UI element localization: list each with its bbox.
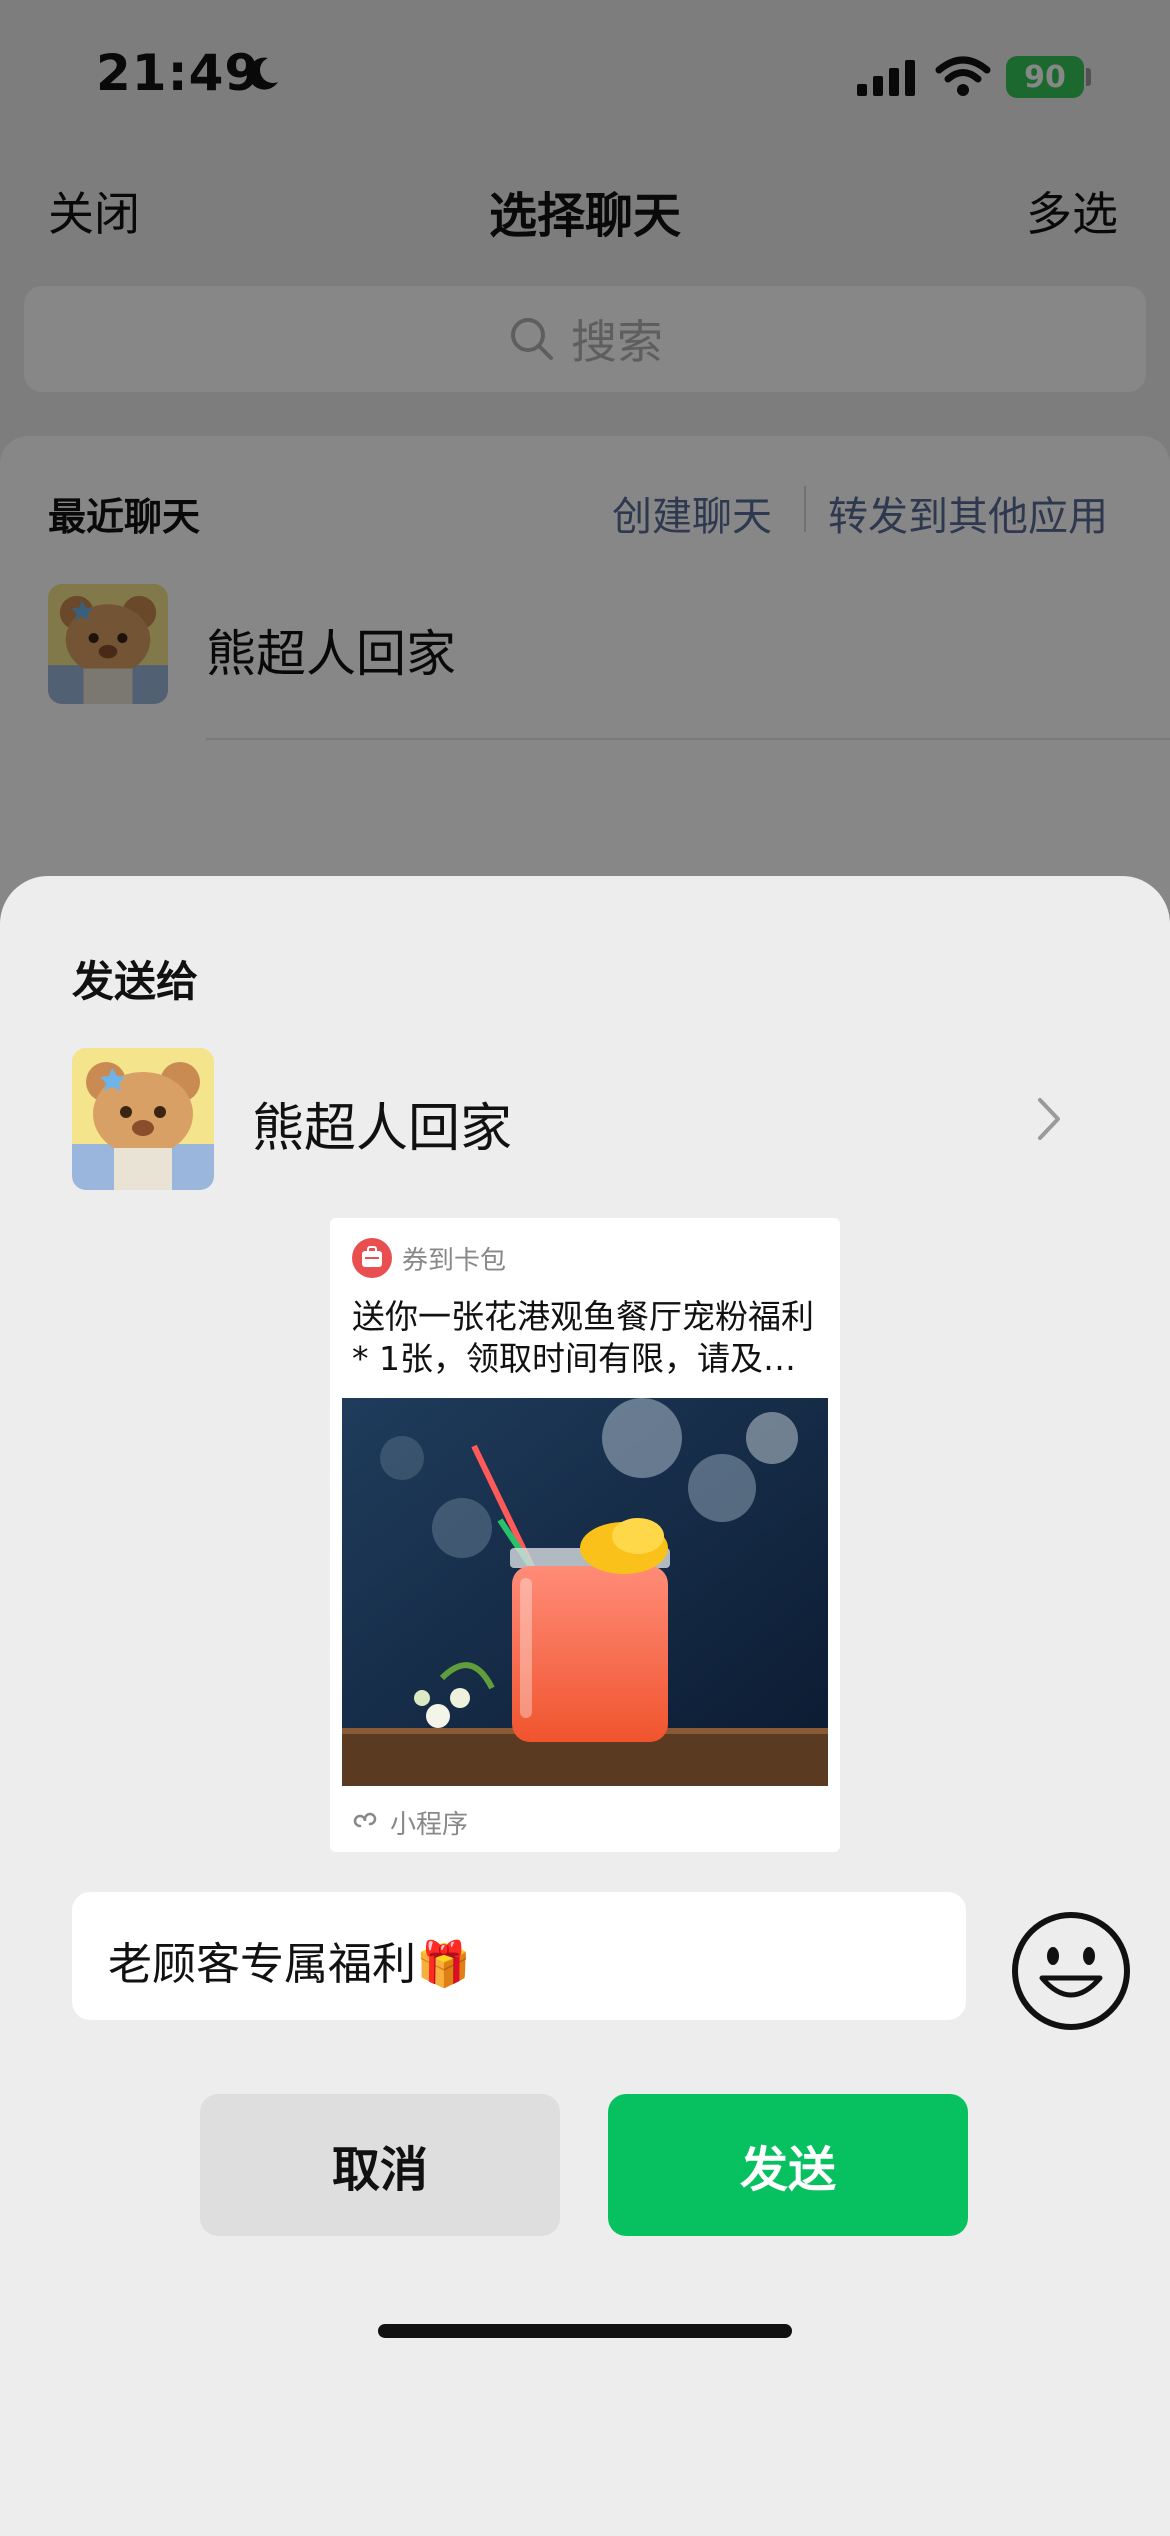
card-cover-image bbox=[342, 1398, 828, 1786]
home-indicator[interactable] bbox=[378, 2324, 792, 2338]
card-app-name: 券到卡包 bbox=[402, 1246, 507, 1276]
mini-program-card[interactable]: 券到卡包 送你一张花港观鱼餐厅宠粉福利 * 1张，领取时间有限，请及… 小程序 bbox=[330, 1218, 840, 1852]
mini-program-label: 小程序 bbox=[390, 1810, 469, 1840]
cancel-button[interactable]: 取消 bbox=[200, 2094, 560, 2236]
card-description: 送你一张花港观鱼餐厅宠粉福利 * 1张，领取时间有限，请及… bbox=[352, 1297, 814, 1378]
recipient-name: 熊超人回家 bbox=[252, 1099, 513, 1159]
coupon-icon bbox=[352, 1238, 392, 1278]
message-input[interactable]: 老顾客专属福利🎁 bbox=[72, 1892, 966, 2020]
mini-program-icon bbox=[353, 1812, 377, 1828]
emoji-icon[interactable] bbox=[1008, 1908, 1134, 2034]
chevron-right-icon bbox=[1038, 1098, 1060, 1140]
recipient-avatar bbox=[72, 1048, 214, 1190]
send-to-label: 发送给 bbox=[72, 957, 199, 1006]
recipient-row[interactable]: 熊超人回家 bbox=[72, 1048, 1098, 1190]
send-to-sheet: 发送给 熊超人回家 券到卡包 送你一张花港观鱼餐厅宠粉福利 * 1张，领取时间有… bbox=[0, 876, 1170, 2536]
message-text: 老顾客专属福利🎁 bbox=[108, 1939, 471, 1990]
send-button[interactable]: 发送 bbox=[608, 2094, 968, 2236]
